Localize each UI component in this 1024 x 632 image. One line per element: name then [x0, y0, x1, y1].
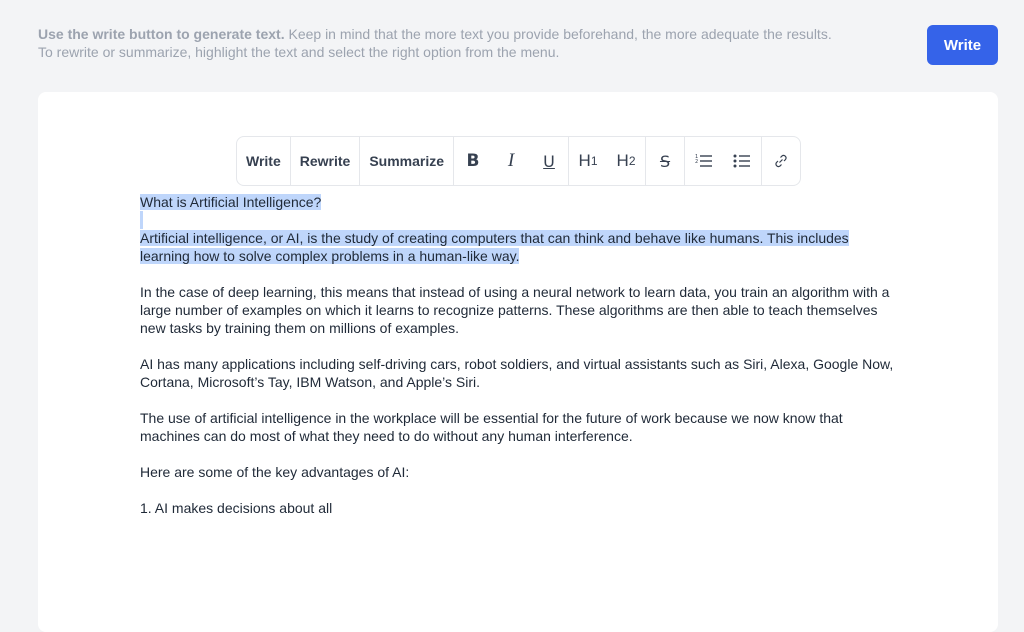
editor-paragraph: Artificial intelligence, or AI, is the s… — [140, 229, 900, 265]
strikethrough-icon[interactable]: S — [646, 137, 684, 185]
italic-icon[interactable]: I — [492, 137, 530, 185]
heading2-sub: 2 — [628, 154, 636, 168]
heading1-icon[interactable]: H1 — [569, 137, 607, 185]
toolbar-summarize-button[interactable]: Summarize — [366, 137, 447, 185]
toolbar-write-button[interactable]: Write — [243, 137, 284, 185]
instructions-rest: Keep in mind that the more text you prov… — [284, 26, 832, 42]
editor-paragraph: AI has many applications including self-… — [140, 356, 894, 390]
instructions-text: Use the write button to generate text. K… — [38, 25, 898, 61]
editor-paragraph: In the case of deep learning, this means… — [140, 284, 890, 336]
editor-paragraph: Here are some of the key advantages of A… — [140, 464, 410, 480]
text-editor[interactable]: What is Artificial Intelligence? Artific… — [140, 193, 900, 535]
editor-paragraph-title: What is Artificial Intelligence? — [140, 193, 900, 211]
selected-text: What is Artificial Intelligence? — [140, 194, 322, 210]
editor-paragraph: The use of artificial intelligence in th… — [140, 410, 843, 444]
heading2-label: H — [616, 151, 629, 170]
heading2-icon[interactable]: H2 — [607, 137, 645, 185]
toolbar-rewrite-button[interactable]: Rewrite — [297, 137, 354, 185]
bold-icon[interactable]: B — [454, 137, 492, 185]
heading1-sub: 1 — [590, 154, 598, 168]
instructions-line2: To rewrite or summarize, highlight the t… — [38, 44, 560, 60]
bullet-list-icon[interactable] — [723, 137, 761, 185]
write-button[interactable]: Write — [927, 25, 998, 65]
heading1-label: H — [578, 151, 591, 170]
underline-icon[interactable]: U — [530, 137, 568, 185]
link-icon[interactable] — [762, 137, 800, 185]
svg-text:2: 2 — [695, 159, 698, 165]
formatting-toolbar: Write Rewrite Summarize B I U H1 H2 S 12 — [236, 136, 802, 186]
instructions-bold: Use the write button to generate text. — [38, 26, 285, 42]
selected-text: Artificial intelligence, or AI, is the s… — [140, 230, 849, 264]
editor-paragraph: 1. AI makes decisions about all — [140, 500, 333, 516]
selected-empty-line — [140, 211, 143, 229]
editor-empty-line — [140, 211, 900, 229]
ordered-list-icon[interactable]: 12 — [685, 137, 723, 185]
